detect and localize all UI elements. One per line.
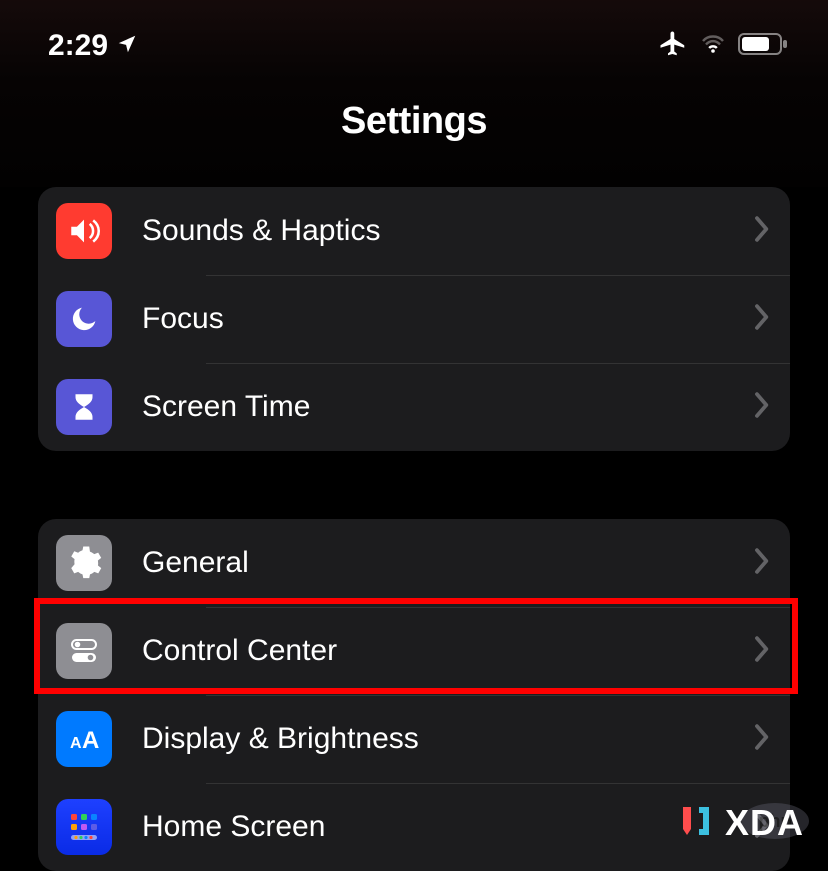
svg-text:A: A [70, 735, 82, 752]
wifi-icon [700, 34, 726, 59]
row-label: Home Screen [142, 810, 754, 844]
row-sounds-haptics[interactable]: Sounds & Haptics [38, 187, 790, 275]
airplane-mode-icon [658, 29, 688, 64]
svg-text:A: A [82, 727, 99, 754]
page-header: Settings [0, 80, 828, 187]
row-display-brightness[interactable]: A A Display & Brightness [38, 695, 790, 783]
row-label: Screen Time [142, 390, 754, 424]
row-label: Display & Brightness [142, 722, 754, 756]
home-grid-icon [56, 799, 112, 855]
chevron-right-icon [754, 392, 770, 423]
row-label: Sounds & Haptics [142, 214, 754, 248]
page-title: Settings [0, 100, 828, 143]
row-label: Control Center [142, 634, 754, 668]
row-label: General [142, 546, 754, 580]
status-time: 2:29 [48, 29, 108, 63]
status-left: 2:29 [48, 29, 138, 63]
battery-icon [738, 32, 788, 61]
hourglass-icon [56, 379, 112, 435]
status-bar: 2:29 [0, 0, 828, 80]
speaker-icon [56, 203, 112, 259]
xda-watermark: XDA [677, 802, 804, 844]
settings-group-1: Sounds & Haptics Focus Screen Time [38, 187, 790, 451]
chevron-right-icon [754, 548, 770, 579]
toggles-icon [56, 623, 112, 679]
xda-text: XDA [725, 802, 804, 844]
row-focus[interactable]: Focus [38, 275, 790, 363]
status-right [658, 29, 788, 64]
chevron-right-icon [754, 636, 770, 667]
location-arrow-icon [116, 29, 138, 63]
row-screen-time[interactable]: Screen Time [38, 363, 790, 451]
row-general[interactable]: General [38, 519, 790, 607]
chevron-right-icon [754, 724, 770, 755]
moon-icon [56, 291, 112, 347]
row-label: Focus [142, 302, 754, 336]
chevron-right-icon [754, 304, 770, 335]
chevron-right-icon [754, 216, 770, 247]
row-control-center[interactable]: Control Center [38, 607, 790, 695]
text-size-icon: A A [56, 711, 112, 767]
gear-icon [56, 535, 112, 591]
